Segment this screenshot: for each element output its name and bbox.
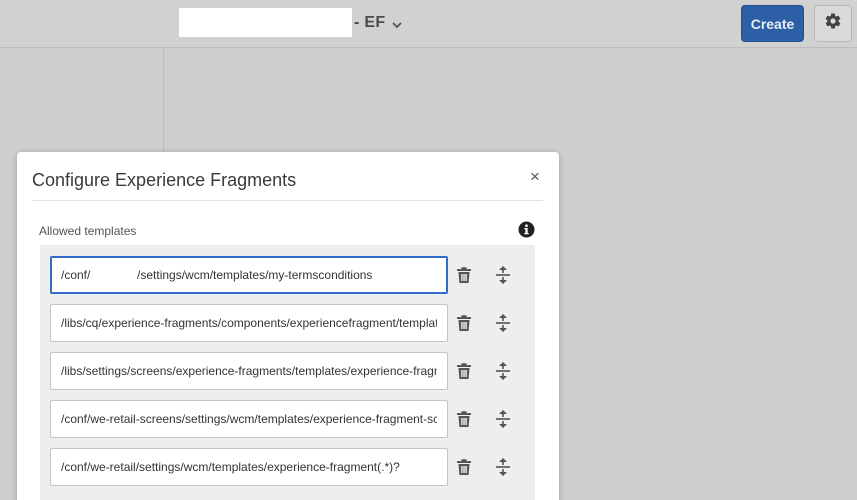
template-path-input[interactable] [50, 352, 448, 390]
settings-button[interactable] [814, 5, 852, 42]
allowed-templates-label: Allowed templates [39, 224, 137, 238]
trash-icon[interactable] [455, 266, 473, 284]
template-path-input[interactable] [50, 400, 448, 438]
trash-icon[interactable] [455, 314, 473, 332]
create-button[interactable]: Create [741, 5, 804, 42]
close-icon[interactable]: × [527, 167, 543, 186]
template-path-input[interactable] [50, 304, 448, 342]
page-title-suffix: - EF [354, 14, 386, 31]
list-item [50, 448, 530, 486]
move-handle-icon[interactable] [494, 409, 512, 429]
template-path-input[interactable] [50, 256, 448, 294]
trash-icon[interactable] [455, 362, 473, 380]
list-item [50, 256, 530, 294]
dialog-title: Configure Experience Fragments [32, 170, 297, 190]
template-path-input[interactable] [50, 448, 448, 486]
move-handle-icon[interactable] [494, 265, 512, 285]
title-divider [32, 200, 543, 201]
redacted-site-title [179, 8, 352, 37]
configure-dialog: Configure Experience Fragments × Allowed… [17, 152, 559, 500]
trash-icon[interactable] [455, 410, 473, 428]
chevron-down-icon[interactable] [391, 18, 403, 30]
top-bar: - EF Create [0, 0, 857, 48]
list-item [50, 400, 530, 438]
allowed-templates-list [40, 245, 535, 500]
info-icon[interactable] [518, 221, 535, 238]
move-handle-icon[interactable] [494, 457, 512, 477]
gear-icon [824, 12, 842, 35]
move-handle-icon[interactable] [494, 361, 512, 381]
trash-icon[interactable] [455, 458, 473, 476]
move-handle-icon[interactable] [494, 313, 512, 333]
list-item [50, 304, 530, 342]
list-item [50, 352, 530, 390]
